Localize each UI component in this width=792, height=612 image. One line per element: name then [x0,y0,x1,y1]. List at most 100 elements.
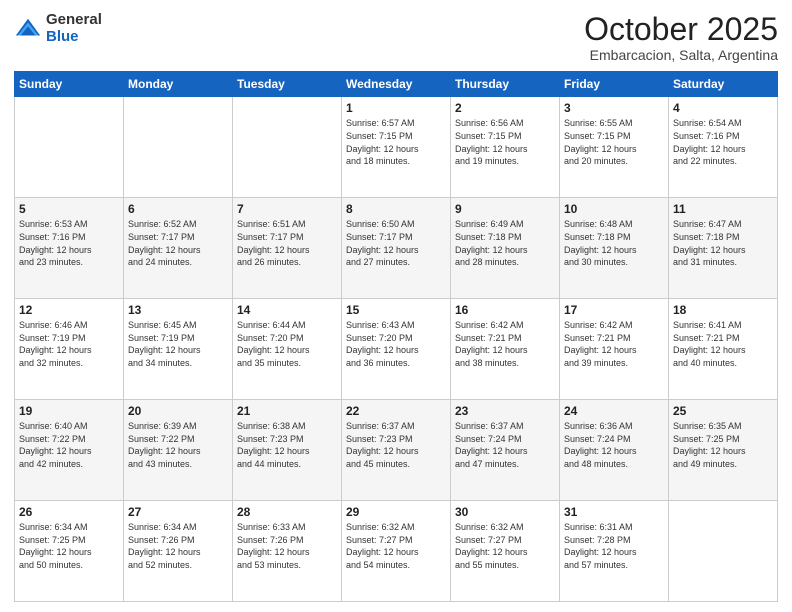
calendar-cell: 20Sunrise: 6:39 AM Sunset: 7:22 PM Dayli… [124,400,233,501]
day-number: 29 [346,504,446,520]
calendar-cell: 6Sunrise: 6:52 AM Sunset: 7:17 PM Daylig… [124,198,233,299]
day-number: 15 [346,302,446,318]
day-number: 19 [19,403,119,419]
calendar-cell: 22Sunrise: 6:37 AM Sunset: 7:23 PM Dayli… [342,400,451,501]
day-info: Sunrise: 6:42 AM Sunset: 7:21 PM Dayligh… [564,319,664,369]
calendar-cell: 17Sunrise: 6:42 AM Sunset: 7:21 PM Dayli… [560,299,669,400]
day-number: 4 [673,100,773,116]
col-thursday: Thursday [451,72,560,97]
day-info: Sunrise: 6:32 AM Sunset: 7:27 PM Dayligh… [455,521,555,571]
calendar-table: Sunday Monday Tuesday Wednesday Thursday… [14,71,778,602]
calendar-cell: 18Sunrise: 6:41 AM Sunset: 7:21 PM Dayli… [669,299,778,400]
day-number: 30 [455,504,555,520]
day-info: Sunrise: 6:38 AM Sunset: 7:23 PM Dayligh… [237,420,337,470]
calendar-cell: 4Sunrise: 6:54 AM Sunset: 7:16 PM Daylig… [669,97,778,198]
logo-general-text: General [46,12,102,29]
calendar-cell: 30Sunrise: 6:32 AM Sunset: 7:27 PM Dayli… [451,501,560,602]
day-info: Sunrise: 6:34 AM Sunset: 7:26 PM Dayligh… [128,521,228,571]
calendar-cell: 14Sunrise: 6:44 AM Sunset: 7:20 PM Dayli… [233,299,342,400]
col-friday: Friday [560,72,669,97]
calendar-cell: 23Sunrise: 6:37 AM Sunset: 7:24 PM Dayli… [451,400,560,501]
day-number: 21 [237,403,337,419]
logo-text: General Blue [46,12,102,45]
day-info: Sunrise: 6:33 AM Sunset: 7:26 PM Dayligh… [237,521,337,571]
header: General Blue October 2025 Embarcacion, S… [14,12,778,63]
day-info: Sunrise: 6:54 AM Sunset: 7:16 PM Dayligh… [673,117,773,167]
day-info: Sunrise: 6:37 AM Sunset: 7:24 PM Dayligh… [455,420,555,470]
logo-icon [14,15,42,43]
day-info: Sunrise: 6:35 AM Sunset: 7:25 PM Dayligh… [673,420,773,470]
week-row-4: 19Sunrise: 6:40 AM Sunset: 7:22 PM Dayli… [15,400,778,501]
calendar-cell [124,97,233,198]
day-info: Sunrise: 6:32 AM Sunset: 7:27 PM Dayligh… [346,521,446,571]
calendar-cell: 5Sunrise: 6:53 AM Sunset: 7:16 PM Daylig… [15,198,124,299]
day-number: 25 [673,403,773,419]
day-number: 24 [564,403,664,419]
week-row-2: 5Sunrise: 6:53 AM Sunset: 7:16 PM Daylig… [15,198,778,299]
col-wednesday: Wednesday [342,72,451,97]
location: Embarcacion, Salta, Argentina [584,47,778,63]
calendar-cell: 21Sunrise: 6:38 AM Sunset: 7:23 PM Dayli… [233,400,342,501]
calendar-cell: 25Sunrise: 6:35 AM Sunset: 7:25 PM Dayli… [669,400,778,501]
day-info: Sunrise: 6:36 AM Sunset: 7:24 PM Dayligh… [564,420,664,470]
calendar-cell: 28Sunrise: 6:33 AM Sunset: 7:26 PM Dayli… [233,501,342,602]
day-number: 1 [346,100,446,116]
day-info: Sunrise: 6:46 AM Sunset: 7:19 PM Dayligh… [19,319,119,369]
day-number: 2 [455,100,555,116]
day-number: 7 [237,201,337,217]
day-number: 13 [128,302,228,318]
day-number: 3 [564,100,664,116]
main-container: General Blue October 2025 Embarcacion, S… [0,0,792,612]
day-number: 23 [455,403,555,419]
day-info: Sunrise: 6:44 AM Sunset: 7:20 PM Dayligh… [237,319,337,369]
day-info: Sunrise: 6:31 AM Sunset: 7:28 PM Dayligh… [564,521,664,571]
calendar-cell [15,97,124,198]
calendar-cell: 31Sunrise: 6:31 AM Sunset: 7:28 PM Dayli… [560,501,669,602]
day-number: 17 [564,302,664,318]
logo: General Blue [14,12,102,45]
calendar-cell: 1Sunrise: 6:57 AM Sunset: 7:15 PM Daylig… [342,97,451,198]
day-info: Sunrise: 6:45 AM Sunset: 7:19 PM Dayligh… [128,319,228,369]
calendar-header: Sunday Monday Tuesday Wednesday Thursday… [15,72,778,97]
calendar-cell: 27Sunrise: 6:34 AM Sunset: 7:26 PM Dayli… [124,501,233,602]
month-title: October 2025 [584,12,778,47]
calendar-cell: 8Sunrise: 6:50 AM Sunset: 7:17 PM Daylig… [342,198,451,299]
day-number: 9 [455,201,555,217]
col-sunday: Sunday [15,72,124,97]
day-number: 16 [455,302,555,318]
day-number: 28 [237,504,337,520]
calendar-cell: 26Sunrise: 6:34 AM Sunset: 7:25 PM Dayli… [15,501,124,602]
calendar-cell: 19Sunrise: 6:40 AM Sunset: 7:22 PM Dayli… [15,400,124,501]
day-info: Sunrise: 6:34 AM Sunset: 7:25 PM Dayligh… [19,521,119,571]
calendar-cell: 12Sunrise: 6:46 AM Sunset: 7:19 PM Dayli… [15,299,124,400]
title-block: October 2025 Embarcacion, Salta, Argenti… [584,12,778,63]
day-info: Sunrise: 6:49 AM Sunset: 7:18 PM Dayligh… [455,218,555,268]
day-number: 11 [673,201,773,217]
day-info: Sunrise: 6:55 AM Sunset: 7:15 PM Dayligh… [564,117,664,167]
calendar-cell: 7Sunrise: 6:51 AM Sunset: 7:17 PM Daylig… [233,198,342,299]
calendar-cell: 15Sunrise: 6:43 AM Sunset: 7:20 PM Dayli… [342,299,451,400]
calendar-cell: 29Sunrise: 6:32 AM Sunset: 7:27 PM Dayli… [342,501,451,602]
day-number: 27 [128,504,228,520]
day-info: Sunrise: 6:43 AM Sunset: 7:20 PM Dayligh… [346,319,446,369]
day-number: 31 [564,504,664,520]
day-info: Sunrise: 6:41 AM Sunset: 7:21 PM Dayligh… [673,319,773,369]
day-number: 8 [346,201,446,217]
calendar-cell: 2Sunrise: 6:56 AM Sunset: 7:15 PM Daylig… [451,97,560,198]
day-number: 5 [19,201,119,217]
calendar-cell: 13Sunrise: 6:45 AM Sunset: 7:19 PM Dayli… [124,299,233,400]
day-info: Sunrise: 6:56 AM Sunset: 7:15 PM Dayligh… [455,117,555,167]
day-number: 10 [564,201,664,217]
day-info: Sunrise: 6:39 AM Sunset: 7:22 PM Dayligh… [128,420,228,470]
calendar-cell: 24Sunrise: 6:36 AM Sunset: 7:24 PM Dayli… [560,400,669,501]
col-tuesday: Tuesday [233,72,342,97]
day-info: Sunrise: 6:52 AM Sunset: 7:17 PM Dayligh… [128,218,228,268]
day-number: 14 [237,302,337,318]
day-info: Sunrise: 6:50 AM Sunset: 7:17 PM Dayligh… [346,218,446,268]
logo-blue-text: Blue [46,29,102,46]
calendar-cell: 11Sunrise: 6:47 AM Sunset: 7:18 PM Dayli… [669,198,778,299]
calendar-cell: 9Sunrise: 6:49 AM Sunset: 7:18 PM Daylig… [451,198,560,299]
header-row: Sunday Monday Tuesday Wednesday Thursday… [15,72,778,97]
day-info: Sunrise: 6:37 AM Sunset: 7:23 PM Dayligh… [346,420,446,470]
col-monday: Monday [124,72,233,97]
